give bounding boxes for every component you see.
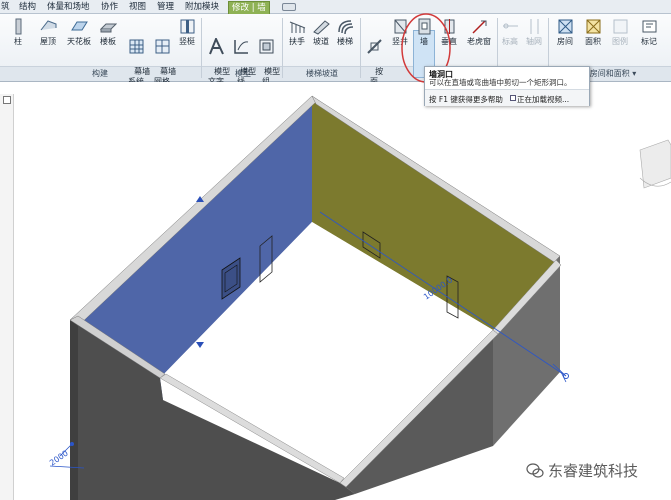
dimension-text-left[interactable]: 2000: [48, 449, 70, 468]
tool-tooltip: 墙洞口 可以在直墙或弯曲墙中剪切一个矩形洞口。 按 F1 键获得更多帮助 正在加…: [424, 66, 590, 106]
view-cube[interactable]: [639, 139, 671, 189]
dimension-handle-left[interactable]: [70, 442, 74, 446]
video-icon: [510, 95, 516, 101]
tooltip-description: 可以在直墙或弯曲墙中剪切一个矩形洞口。: [429, 78, 572, 87]
tooltip-loading-text: 正在加载视频...: [517, 95, 570, 104]
front-left-wall-edge: [70, 320, 78, 500]
tooltip-footer: 按 F1 键获得更多帮助 正在加载视频...: [425, 89, 589, 106]
tooltip-help-text[interactable]: 按 F1 键获得更多帮助: [429, 94, 503, 105]
watermark-text: 东睿建筑科技: [548, 462, 639, 480]
wechat-icon: [526, 463, 544, 478]
